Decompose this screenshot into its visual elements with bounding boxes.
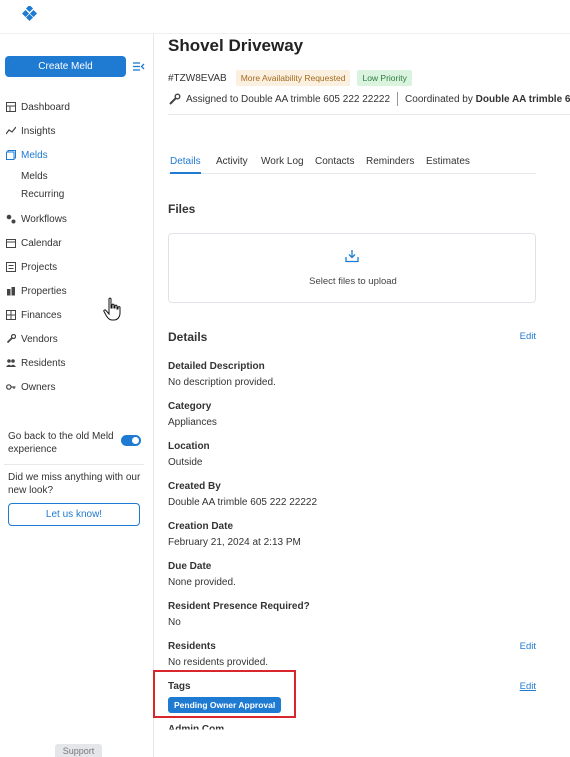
- projects-icon: [6, 262, 16, 272]
- field-label-category: Category: [168, 401, 212, 412]
- sidebar-item-residents[interactable]: Residents: [6, 355, 65, 371]
- field-value-location: Outside: [168, 457, 203, 468]
- field-value-presence: No: [168, 617, 181, 628]
- sidebar-item-label: Melds: [21, 149, 48, 161]
- melds-icon: [6, 150, 16, 160]
- support-button[interactable]: Support: [55, 744, 102, 757]
- properties-icon: [7, 287, 15, 296]
- tab-estimates[interactable]: Estimates: [426, 156, 470, 167]
- field-value-due-date: None provided.: [168, 577, 236, 588]
- tab-activity[interactable]: Activity: [216, 156, 248, 167]
- status-badge: More Availability Requested: [235, 70, 351, 86]
- field-label-presence: Resident Presence Required?: [168, 601, 310, 612]
- tags-edit-link[interactable]: Edit: [520, 681, 536, 692]
- tab-details[interactable]: Details: [170, 156, 201, 174]
- field-value-description: No description provided.: [168, 377, 276, 388]
- files-heading: Files: [168, 202, 196, 216]
- field-value-category: Appliances: [168, 417, 217, 428]
- feedback-prompt: Did we miss anything with our new look?: [8, 472, 141, 496]
- finances-icon: [6, 310, 16, 320]
- sidebar-item-label: Owners: [21, 381, 56, 393]
- field-label-admin: Admin Com: [168, 724, 225, 735]
- old-experience-text: Go back to the old Meld experience: [8, 431, 114, 455]
- tab-bar: Details Activity Work Log Contacts Remin…: [168, 154, 536, 174]
- coordinated-by-label: Coordinated by: [405, 93, 473, 105]
- sidebar-item-label: Finances: [21, 309, 62, 321]
- field-value-residents: No residents provided.: [168, 657, 269, 668]
- calendar-icon: [6, 239, 16, 248]
- workflows-icon: [6, 214, 16, 224]
- sidebar-subitem-recurring[interactable]: Recurring: [21, 189, 64, 200]
- sidebar-item-owners[interactable]: Owners: [6, 379, 55, 395]
- details-heading: Details: [168, 330, 208, 344]
- file-upload-dropzone[interactable]: Select files to upload: [168, 233, 536, 303]
- sidebar-item-workflows[interactable]: Workflows: [6, 211, 67, 227]
- field-value-created-by: Double AA trimble 605 222 22222: [168, 497, 317, 508]
- dashboard-icon: [6, 102, 16, 112]
- residents-edit-link[interactable]: Edit: [520, 641, 536, 652]
- sidebar-item-vendors[interactable]: Vendors: [6, 331, 58, 347]
- upload-prompt: Select files to upload: [309, 276, 397, 287]
- logo-icon[interactable]: [22, 6, 38, 22]
- priority-badge: Low Priority: [357, 70, 412, 86]
- tags-highlight-box: [153, 670, 296, 718]
- old-experience-toggle[interactable]: [121, 435, 141, 446]
- sidebar-item-label: Calendar: [21, 237, 62, 249]
- residents-icon: [6, 359, 16, 367]
- sidebar-subitem-melds[interactable]: Melds: [21, 171, 48, 182]
- sidebar-item-melds[interactable]: Melds: [6, 147, 48, 163]
- field-label-location: Location: [168, 441, 210, 452]
- sidebar-item-label: Properties: [21, 285, 67, 297]
- header-divider: [168, 114, 570, 115]
- sidebar-item-dashboard[interactable]: Dashboard: [6, 99, 70, 115]
- sidebar-divider: [4, 464, 144, 465]
- page-title: Shovel Driveway: [168, 36, 304, 55]
- sidebar: Create Meld Dashboard Insights Melds Mel…: [0, 34, 154, 757]
- assignment-row: Assigned to Double AA trimble 605 222 22…: [168, 92, 570, 106]
- coordinator-name[interactable]: Double AA trimble 605: [476, 94, 570, 105]
- feedback-button[interactable]: Let us know!: [8, 503, 140, 526]
- field-label-description: Detailed Description: [168, 361, 265, 372]
- collapse-sidebar-icon[interactable]: [132, 60, 145, 73]
- create-meld-button[interactable]: Create Meld: [5, 56, 126, 77]
- field-label-residents: Residents: [168, 641, 216, 652]
- insights-icon: [6, 126, 16, 135]
- sidebar-item-label: Dashboard: [21, 101, 70, 113]
- tab-contacts[interactable]: Contacts: [315, 156, 354, 167]
- field-label-creation-date: Creation Date: [168, 521, 234, 532]
- sidebar-item-label: Insights: [21, 125, 56, 137]
- old-experience-toggle-row: Go back to the old Meld experience: [8, 430, 142, 456]
- top-bar: [0, 0, 570, 34]
- download-tray-icon: [345, 250, 359, 263]
- field-label-created-by: Created By: [168, 481, 221, 492]
- sidebar-item-label: Vendors: [21, 333, 58, 345]
- tab-reminders[interactable]: Reminders: [366, 156, 414, 167]
- meld-meta: #TZW8EVAB More Availability Requested Lo…: [168, 70, 412, 86]
- sidebar-item-insights[interactable]: Insights: [6, 123, 55, 139]
- owners-icon: [6, 384, 16, 390]
- sidebar-item-label: Projects: [21, 261, 58, 273]
- assigned-to[interactable]: Assigned to Double AA trimble 605 222 22…: [186, 94, 390, 105]
- details-edit-link[interactable]: Edit: [520, 331, 536, 342]
- field-label-due-date: Due Date: [168, 561, 212, 572]
- tab-work-log[interactable]: Work Log: [261, 156, 304, 167]
- sidebar-item-calendar[interactable]: Calendar: [6, 235, 62, 251]
- sidebar-item-label: Residents: [21, 357, 66, 369]
- sidebar-item-projects[interactable]: Projects: [6, 259, 57, 275]
- hand-cursor-icon: [103, 297, 121, 321]
- sidebar-item-label: Workflows: [21, 213, 67, 225]
- sidebar-item-finances[interactable]: Finances: [6, 307, 62, 323]
- meld-id: #TZW8EVAB: [168, 72, 227, 84]
- vendors-icon: [6, 334, 16, 344]
- sidebar-item-properties[interactable]: Properties: [6, 283, 67, 299]
- field-value-creation-date: February 21, 2024 at 2:13 PM: [168, 537, 301, 548]
- wrench-icon: [169, 93, 181, 105]
